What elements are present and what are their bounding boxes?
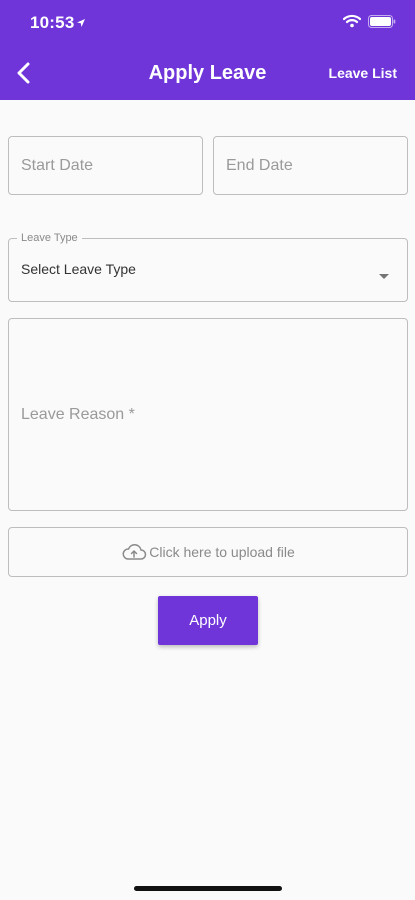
start-date-placeholder: Start Date	[21, 157, 94, 174]
end-date-placeholder: End Date	[226, 157, 293, 174]
home-indicator	[134, 886, 282, 891]
app-bar: 10:53 Apply Leave Leave List	[0, 0, 415, 100]
back-chevron-icon	[17, 62, 30, 84]
apply-button[interactable]: Apply	[158, 596, 258, 645]
leave-type-dropdown[interactable]: Leave Type Select Leave Type	[8, 232, 408, 302]
dropdown-caret-icon	[379, 267, 389, 285]
leave-type-value: Select Leave Type	[21, 261, 136, 277]
start-date-field[interactable]: Start Date	[8, 136, 203, 195]
wifi-icon	[342, 14, 362, 33]
status-time: 10:53	[30, 13, 75, 32]
leave-list-link[interactable]: Leave List	[329, 65, 397, 81]
battery-icon	[368, 15, 396, 33]
leave-reason-placeholder: Leave Reason *	[21, 406, 135, 423]
status-bar: 10:53	[0, 0, 415, 44]
cloud-upload-icon	[122, 543, 147, 560]
location-arrow-icon	[76, 15, 86, 33]
upload-file-button[interactable]: Click here to upload file	[8, 527, 408, 577]
end-date-field[interactable]: End Date	[213, 136, 408, 195]
back-button[interactable]	[10, 56, 40, 90]
upload-label: Click here to upload file	[149, 544, 295, 560]
leave-reason-field[interactable]: Leave Reason *	[8, 318, 408, 511]
leave-type-label: Leave Type	[17, 232, 82, 244]
toolbar: Apply Leave Leave List	[0, 48, 415, 98]
